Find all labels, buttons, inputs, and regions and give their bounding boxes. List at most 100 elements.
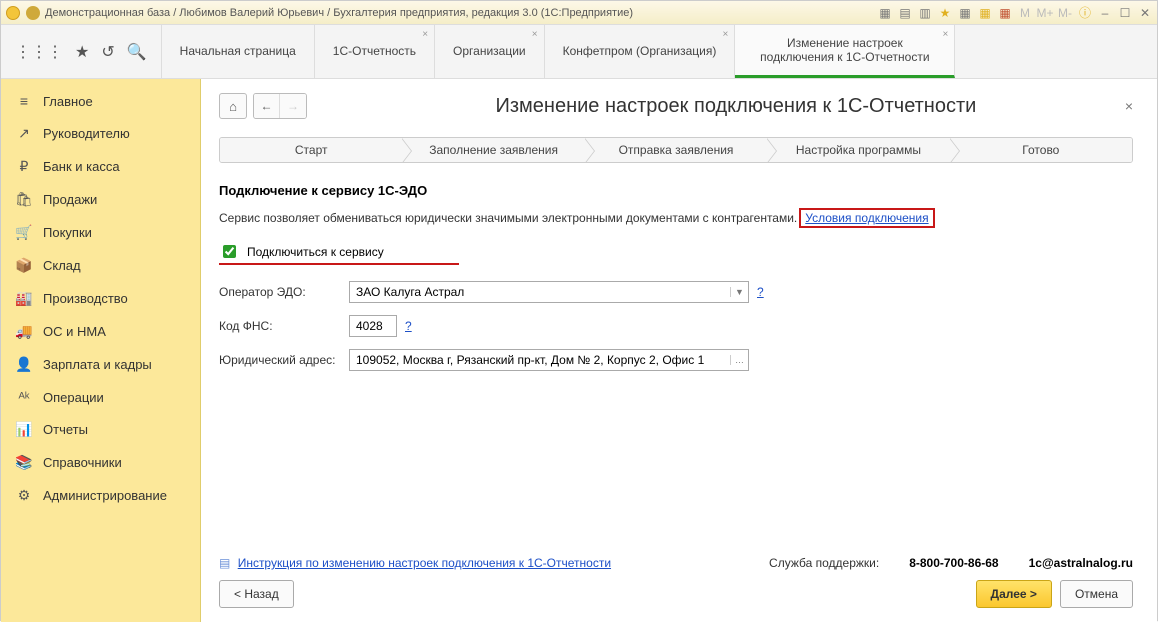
address-input[interactable] [350, 350, 730, 370]
operator-label: Оператор ЭДО: [219, 285, 349, 299]
tab-close-icon[interactable]: × [422, 29, 428, 41]
chevron-down-icon[interactable]: ▼ [730, 287, 748, 297]
operator-input[interactable] [350, 282, 730, 302]
app-icon-1c [5, 5, 21, 21]
support-phone: 8-800-700-86-68 [909, 556, 998, 570]
wiz-step-fill[interactable]: Заполнение заявления [402, 138, 584, 162]
truck-icon: 🚚 [15, 323, 33, 340]
wiz-step-done[interactable]: Готово [950, 138, 1132, 162]
books-icon: 📚 [15, 454, 33, 471]
sidebar-item-production[interactable]: 🏭Производство [1, 282, 200, 315]
sidebar-item-label: Производство [43, 291, 128, 306]
tab-connection-settings[interactable]: Изменение настроек подключения к 1С-Отче… [735, 25, 955, 78]
sidebar-item-salary[interactable]: 👤Зарплата и кадры [1, 348, 200, 381]
chart-icon: ↗ [15, 125, 33, 142]
dropdown-icon[interactable] [25, 5, 41, 21]
favorite-icon[interactable]: ★ [937, 5, 953, 21]
help-link[interactable]: ? [405, 319, 412, 333]
fns-input[interactable] [350, 316, 394, 336]
m-icon[interactable]: M [1017, 5, 1033, 21]
sidebar-item-refs[interactable]: 📚 Справочники [1, 446, 200, 479]
section-title: Подключение к сервису 1С-ЭДО [219, 183, 1133, 198]
menu-icon: ≡ [15, 93, 33, 109]
terms-link[interactable]: Условия подключения [805, 211, 928, 225]
wiz-step-start[interactable]: Старт [220, 138, 402, 162]
sidebar-item-operations[interactable]: ᴬᵏ Операции [1, 381, 200, 413]
star-icon[interactable]: ★ [75, 42, 89, 62]
tab-close-icon[interactable]: × [532, 29, 538, 41]
service-description: Сервис позволяет обмениваться юридически… [219, 211, 797, 225]
sidebar-item-label: Администрирование [43, 488, 167, 503]
home-button[interactable]: ⌂ [219, 93, 247, 119]
maximize-icon[interactable]: ☐ [1117, 5, 1133, 21]
ellipsis-icon[interactable]: … [730, 355, 748, 365]
gear-icon: ⚙ [15, 487, 33, 504]
history-icon[interactable]: ↺ [101, 42, 114, 62]
help-link[interactable]: ? [757, 285, 764, 299]
content: ⌂ ← → Изменение настроек подключения к 1… [201, 79, 1157, 622]
tb-tool-icon[interactable]: ▦ [877, 5, 893, 21]
fns-input-wrap [349, 315, 397, 337]
sidebar-item-label: Банк и касса [43, 159, 120, 174]
document-icon: ▤ [219, 556, 230, 570]
cancel-button[interactable]: Отмена [1060, 580, 1133, 608]
calculator-icon[interactable]: ▦ [977, 5, 993, 21]
tab-organizations[interactable]: Организации× [435, 25, 545, 78]
page-close-icon[interactable]: × [1125, 98, 1133, 114]
sidebar-item-label: Главное [43, 94, 93, 109]
tab-home[interactable]: Начальная страница [162, 25, 315, 78]
sidebar-item-assets[interactable]: 🚚 ОС и НМА [1, 315, 200, 348]
sidebar-item-label: ОС и НМА [43, 324, 106, 339]
fns-label: Код ФНС: [219, 319, 349, 333]
tabs-row: ⋮⋮⋮ ★ ↺ 🔍 Начальная страница 1С-Отчетнос… [1, 25, 1157, 79]
close-icon[interactable]: ✕ [1137, 5, 1153, 21]
m-plus-icon[interactable]: M+ [1037, 5, 1053, 21]
operations-icon: ᴬᵏ [15, 389, 33, 405]
sidebar-item-warehouse[interactable]: 📦Склад [1, 249, 200, 282]
back-button[interactable]: < Назад [219, 580, 294, 608]
bag-icon: 🛍 [15, 191, 33, 208]
next-button[interactable]: Далее > [976, 580, 1052, 608]
nav-forward-button[interactable]: → [280, 94, 306, 118]
tb-tool-icon[interactable]: ▥ [917, 5, 933, 21]
calendar-icon[interactable]: ▦ [997, 5, 1013, 21]
sidebar-item-admin[interactable]: ⚙ Администрирование [1, 479, 200, 512]
search-icon[interactable]: 🔍 [127, 42, 147, 62]
wiz-step-send[interactable]: Отправка заявления [585, 138, 767, 162]
wiz-step-setup[interactable]: Настройка программы [767, 138, 949, 162]
sidebar-item-manager[interactable]: ↗Руководителю [1, 117, 200, 150]
info-icon[interactable]: ⓘ [1077, 5, 1093, 21]
m-minus-icon[interactable]: M- [1057, 5, 1073, 21]
instruction-link[interactable]: Инструкция по изменению настроек подключ… [238, 556, 611, 570]
operator-combo[interactable]: ▼ [349, 281, 749, 303]
titlebar-text: Демонстрационная база / Любимов Валерий … [45, 7, 633, 19]
sidebar-item-purchases[interactable]: 🛒Покупки [1, 216, 200, 249]
tab-konfetprom[interactable]: Конфетпром (Организация)× [545, 25, 736, 78]
cart-icon: 🛒 [15, 224, 33, 241]
connect-checkbox-label: Подключиться к сервису [247, 245, 384, 259]
sidebar-item-label: Операции [43, 390, 104, 405]
sidebar-item-main[interactable]: ≡ Главное [1, 85, 200, 117]
tb-tool-icon[interactable]: ▦ [957, 5, 973, 21]
address-combo[interactable]: … [349, 349, 749, 371]
sidebar-item-reports[interactable]: 📊Отчеты [1, 413, 200, 446]
ruble-icon: ₽ [15, 158, 33, 175]
nav-back-button[interactable]: ← [254, 94, 280, 118]
tab-reporting[interactable]: 1С-Отчетность× [315, 25, 435, 78]
minimize-icon[interactable]: – [1097, 5, 1113, 21]
tab-close-icon[interactable]: × [943, 29, 949, 41]
connect-checkbox[interactable] [223, 245, 236, 258]
sidebar-item-label: Справочники [43, 455, 122, 470]
wizard-steps: Старт Заполнение заявления Отправка заяв… [219, 137, 1133, 163]
sidebar-item-label: Отчеты [43, 422, 88, 437]
address-label: Юридический адрес: [219, 353, 349, 367]
sidebar: ≡ Главное ↗Руководителю ₽ Банк и касса 🛍 Пр… [1, 79, 201, 622]
sidebar-item-label: Продажи [43, 192, 97, 207]
apps-icon[interactable]: ⋮⋮⋮ [15, 42, 63, 62]
sidebar-item-sales[interactable]: 🛍 Продажи [1, 183, 200, 216]
tab-close-icon[interactable]: × [723, 29, 729, 41]
highlight-underline [219, 263, 459, 265]
tb-tool-icon[interactable]: ▤ [897, 5, 913, 21]
sidebar-item-bank[interactable]: ₽ Банк и касса [1, 150, 200, 183]
titlebar: Демонстрационная база / Любимов Валерий … [1, 1, 1157, 25]
